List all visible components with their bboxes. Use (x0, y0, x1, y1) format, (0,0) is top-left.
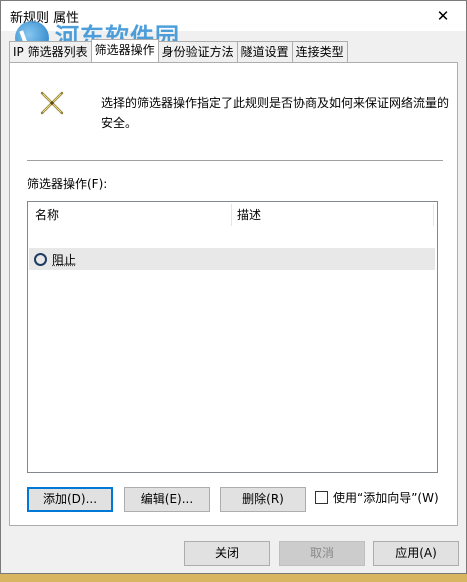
tab-connection-type[interactable]: 连接类型 (291, 41, 348, 62)
tab-tunnel-settings[interactable]: 隧道设置 (236, 41, 293, 62)
apply-button[interactable]: 应用(A) (373, 541, 459, 566)
column-divider[interactable] (433, 204, 434, 226)
background-strip (0, 574, 467, 582)
close-button[interactable]: 关闭 (184, 541, 270, 566)
properties-dialog: 新规则 属性 ✕ 河东软件园 www.pc0359.cn IP 筛选器列表 筛选… (0, 0, 467, 574)
radio-selected-icon[interactable] (34, 252, 47, 266)
window-title: 新规则 属性 (10, 11, 80, 26)
edit-button[interactable]: 编辑(E)... (124, 487, 210, 512)
tab-ip-filter-list[interactable]: IP 筛选器列表 (9, 41, 92, 62)
tab-authentication-methods[interactable]: 身份验证方法 (157, 41, 238, 62)
list-item-block[interactable]: 阻止 (29, 248, 435, 270)
close-window-button[interactable]: ✕ (420, 1, 466, 31)
remove-button[interactable]: 删除(R) (220, 487, 306, 512)
tab-strip: IP 筛选器列表 筛选器操作 身份验证方法 隧道设置 连接类型 (9, 39, 348, 63)
tab-filter-action[interactable]: 筛选器操作 (90, 39, 159, 62)
filter-actions-list[interactable]: 名称 描述 阻止 (27, 201, 438, 473)
column-header-name[interactable]: 名称 (35, 204, 230, 226)
use-add-wizard-label: 使用“添加向导”(W) (333, 491, 439, 505)
close-icon: ✕ (436, 7, 450, 25)
title-bar[interactable]: 新规则 属性 ✕ (1, 1, 466, 31)
cancel-button[interactable]: 取消 (279, 541, 365, 566)
separator (27, 160, 443, 161)
tab-panel-filter-action: 选择的筛选器操作指定了此规则是否协商及如何来保证网络流量的安全。 筛选器操作(F… (9, 62, 458, 526)
use-add-wizard-option[interactable]: 使用“添加向导”(W) (315, 489, 439, 506)
column-divider[interactable] (231, 204, 232, 226)
add-button[interactable]: 添加(D)... (27, 487, 113, 512)
column-header-description[interactable]: 描述 (237, 204, 427, 226)
filter-action-icon (40, 91, 64, 115)
list-item-name: 阻止 (52, 252, 77, 267)
filter-action-description: 选择的筛选器操作指定了此规则是否协商及如何来保证网络流量的安全。 (101, 96, 450, 130)
filter-actions-label: 筛选器操作(F): (27, 177, 108, 191)
use-add-wizard-checkbox[interactable] (315, 491, 328, 504)
